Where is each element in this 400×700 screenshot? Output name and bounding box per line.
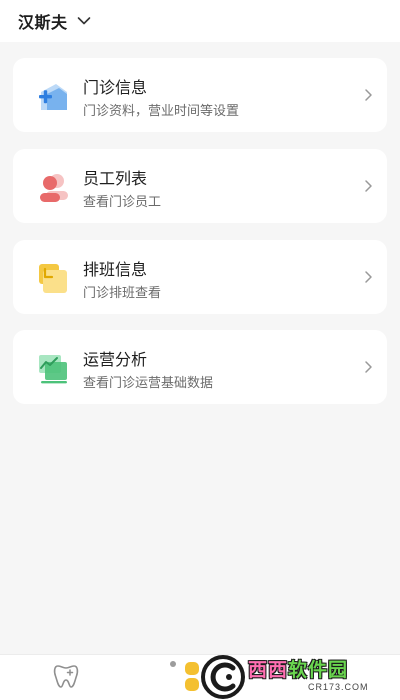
menu-item-title: 运营分析 (83, 352, 148, 369)
menu-item-title: 排班信息 (83, 262, 148, 279)
watermark-text: 西西软件园 CR173.COM (248, 660, 369, 693)
menu-item-analytics[interactable]: 运营分析 查看门诊运营基础数据 (13, 330, 387, 404)
watermark-logo: 西西软件园 CR173.COM (200, 652, 400, 700)
staff-icon (40, 174, 68, 202)
chevron-right-icon (365, 180, 372, 192)
indicator-dot (170, 661, 176, 667)
menu-item-schedule[interactable]: 排班信息 门诊排班查看 (13, 240, 387, 314)
clinic-name: 汉斯夫 (18, 15, 68, 32)
watermark-icon (201, 654, 245, 699)
chevron-right-icon (365, 361, 372, 373)
menu-item-title: 门诊信息 (83, 80, 148, 97)
clinic-info-icon (39, 84, 67, 110)
schedule-icon (39, 264, 67, 293)
tab-home[interactable] (16, 655, 116, 700)
top-bar: 汉斯夫 (0, 0, 400, 42)
watermark-brand-part1: 西西 (248, 660, 289, 681)
chevron-down-icon (77, 17, 90, 25)
clinic-selector[interactable]: 汉斯夫 (18, 9, 91, 33)
watermark-brand: 西西软件园 (248, 660, 369, 682)
menu-item-subtitle: 查看门诊运营基础数据 (83, 375, 214, 390)
menu-item-clinic-info[interactable]: 门诊信息 门诊资料，营业时间等设置 (13, 58, 387, 132)
tooth-icon (53, 665, 79, 688)
chevron-right-icon (365, 89, 372, 101)
menu-item-staff-list[interactable]: 员工列表 查看门诊员工 (13, 149, 387, 223)
menu-item-title: 员工列表 (83, 171, 148, 188)
analytics-icon (39, 355, 67, 384)
watermark-brand-part2: 软件园 (288, 660, 349, 681)
menu-item-subtitle: 门诊资料，营业时间等设置 (83, 103, 240, 118)
chevron-right-icon (365, 271, 372, 283)
menu-item-subtitle: 查看门诊员工 (83, 194, 162, 209)
bottom-tab-bar: 西西软件园 CR173.COM (0, 654, 400, 700)
watermark-url: CR173.COM (308, 682, 369, 692)
menu-item-subtitle: 门诊排班查看 (83, 285, 162, 300)
